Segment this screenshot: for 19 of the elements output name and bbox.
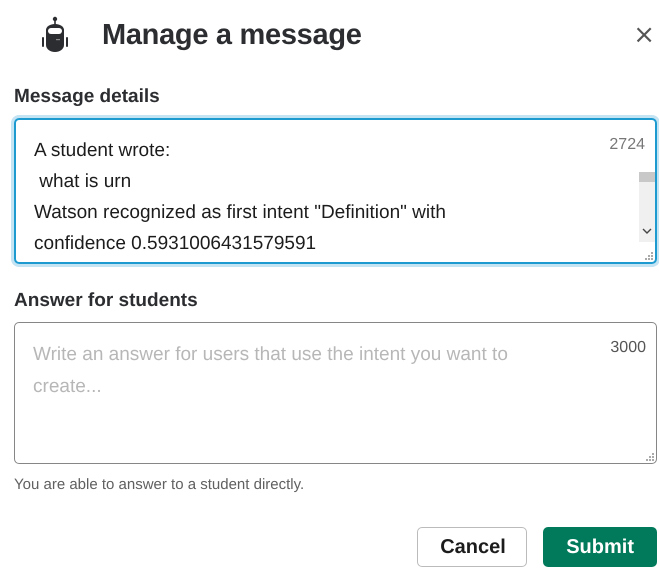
answer-field[interactable]: Write an answer for users that use the intent you want to create... 3000: [14, 322, 657, 464]
character-counter: 3000: [610, 339, 646, 357]
character-counter: 2724: [609, 136, 645, 154]
scrollbar[interactable]: [639, 172, 655, 242]
cancel-button[interactable]: Cancel: [417, 527, 528, 567]
resize-handle-icon[interactable]: [645, 252, 653, 260]
submit-button[interactable]: Submit: [543, 527, 657, 567]
dialog-title: Manage a message: [102, 18, 363, 52]
robot-icon: [40, 16, 70, 54]
field-value: A student wrote: what is urn Watson recognized as first intent "Definition" with confidence 0.5931006431579591: [34, 139, 447, 256]
field-placeholder: Write an answer for users that use the intent you want to create...: [33, 343, 509, 399]
scrollbar-thumb[interactable]: [639, 172, 655, 182]
field-label: Answer for students: [14, 290, 199, 312]
caret-icon[interactable]: [642, 228, 652, 234]
resize-handle-icon[interactable]: [646, 453, 654, 461]
message-field[interactable]: A student wrote: what is urn Watson recognized as first intent "Definition" with confidence 0.5931006431579591 2724: [14, 118, 657, 264]
field-label: Message details: [14, 86, 161, 108]
hint-text: You are able to answer to a student directly.: [14, 476, 306, 493]
close-button[interactable]: ×: [631, 22, 657, 48]
